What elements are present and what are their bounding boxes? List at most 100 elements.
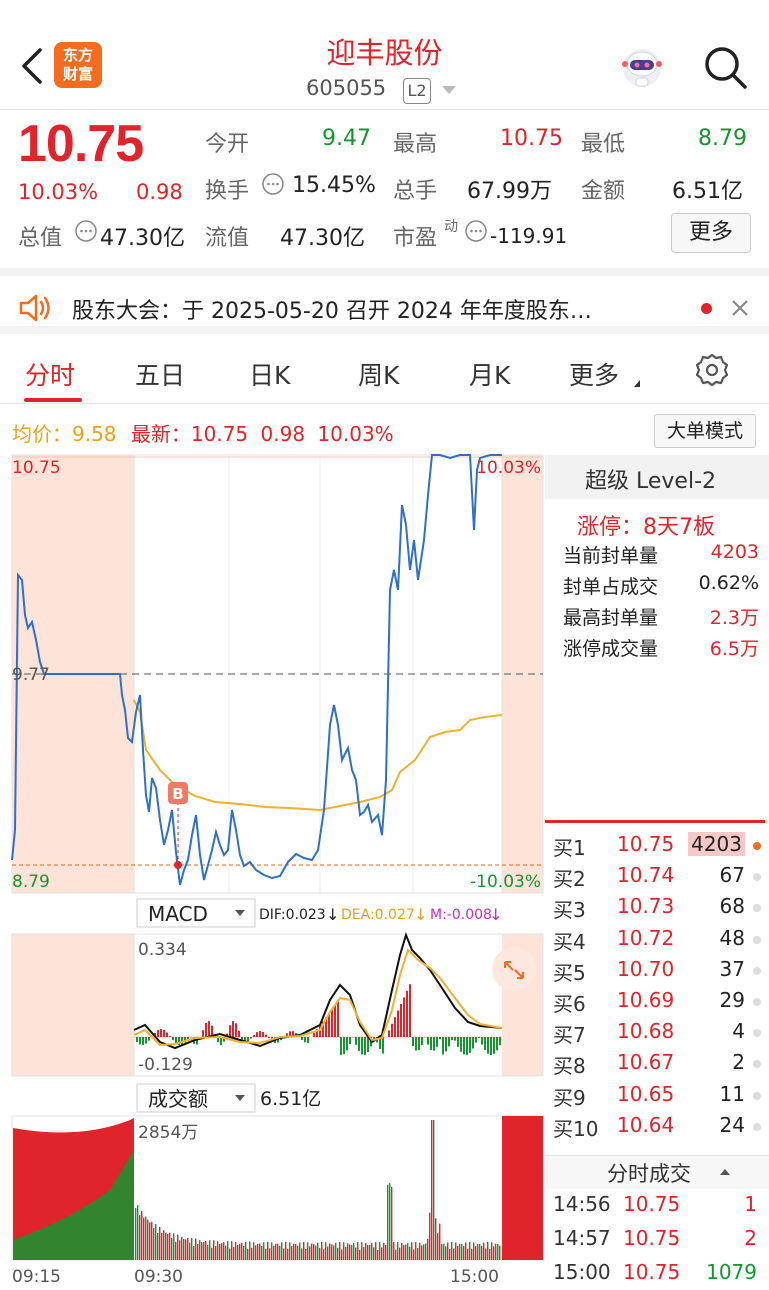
volume-bar	[157, 1232, 159, 1260]
volume-bar	[177, 1234, 179, 1260]
macd-bar	[415, 1037, 417, 1051]
volume-bar	[411, 1242, 413, 1260]
bid-label: 买5	[553, 960, 586, 985]
macd-bar	[496, 1037, 498, 1051]
volume-bar	[191, 1237, 193, 1260]
volume-bar	[307, 1242, 309, 1260]
tick-row: 14:57 10.75 2	[553, 1226, 765, 1256]
info-icon[interactable]	[261, 172, 285, 196]
volume-bar	[497, 1244, 499, 1260]
ticks-collapse-icon[interactable]	[720, 1169, 730, 1175]
notice-banner[interactable]: 股东大会：于 2025-05-20 召开 2024 年年度股东…	[0, 268, 769, 334]
level2-title[interactable]: 超级 Level-2	[585, 463, 716, 495]
more-button[interactable]: 更多	[671, 213, 751, 253]
info-icon[interactable]	[74, 219, 98, 243]
macd-bar	[436, 1037, 438, 1047]
volume-bar	[383, 1243, 385, 1260]
buy-marker-label: B	[172, 785, 183, 803]
bid-row[interactable]: 买9 10.65 11	[545, 1080, 769, 1111]
volume-bar	[431, 1120, 433, 1260]
macd-bar	[430, 1037, 432, 1050]
tab-five-day[interactable]: 五日	[135, 356, 185, 392]
latest-percent: 10.03%	[317, 422, 394, 446]
volume-bar	[453, 1248, 455, 1260]
bid-dot	[753, 966, 761, 975]
bid-row[interactable]: 买7 10.68 4	[545, 1017, 769, 1048]
macd-bar	[148, 1037, 150, 1041]
bid-row[interactable]: 买1 10.75 4203	[545, 830, 769, 861]
volume-bar	[287, 1248, 289, 1260]
volume-bar	[277, 1243, 279, 1260]
high-label: 最高	[393, 132, 438, 157]
volume-bar	[265, 1248, 267, 1260]
volume-bar	[137, 1205, 139, 1260]
volume-bar	[491, 1242, 493, 1260]
bid-row[interactable]: 买10 10.64 24	[545, 1111, 769, 1142]
bid-price: 10.69	[617, 988, 675, 1012]
pe-label: 市盈	[393, 226, 438, 251]
bid-row[interactable]: 买2 10.74 67	[545, 861, 769, 892]
macd-panel: 0.334 -0.129	[11, 931, 544, 1077]
volume-bar	[413, 1249, 415, 1260]
volume-bar	[141, 1210, 143, 1260]
bid-volume: 24	[719, 1112, 745, 1137]
bid-price: 10.64	[617, 1112, 675, 1137]
info-icon[interactable]	[464, 219, 488, 243]
limit-up-streak: 涨停：8天7板	[577, 515, 715, 540]
tab-more-corner-icon	[634, 380, 640, 387]
bid-dot	[753, 935, 761, 944]
macd-bar	[235, 1023, 237, 1037]
bid-price: 10.72	[617, 925, 675, 950]
close-icon[interactable]	[730, 298, 750, 318]
ai-assistant-robot-icon[interactable]	[618, 42, 666, 90]
volume-bar	[155, 1224, 157, 1260]
macd-bar	[490, 1037, 492, 1055]
volume-bar	[173, 1233, 175, 1260]
price-axis-top: 10.75	[12, 458, 61, 478]
intraday-chart[interactable]: B 10.75 9.77 8.79 10.03% -10.03% MACD DI…	[0, 450, 545, 1290]
macd-header: MACD DIF:0.023 ↓ DEA:0.027 ↓ M:-0.008 ↓	[136, 898, 502, 928]
macd-bar	[388, 1030, 390, 1037]
volume-bar	[323, 1249, 325, 1260]
volume-bar	[257, 1243, 259, 1260]
search-icon[interactable]	[702, 44, 748, 90]
level2-row-label: 涨停成交量	[563, 638, 659, 660]
volume-bar	[301, 1248, 303, 1260]
level2-badge[interactable]: L2	[403, 78, 431, 104]
macd-bar	[232, 1021, 234, 1037]
change-amount: 0.98	[136, 180, 183, 204]
settings-gear-icon[interactable]	[694, 352, 730, 388]
bid-label: 买7	[553, 1023, 586, 1048]
macd-bar	[397, 1010, 399, 1037]
macd-bar	[472, 1037, 474, 1049]
notice-text[interactable]: 股东大会：于 2025-05-20 召开 2024 年年度股东…	[72, 293, 592, 325]
volume-bar	[215, 1246, 217, 1260]
macd-bar	[349, 1037, 351, 1045]
tab-daily-k[interactable]: 日K	[249, 356, 290, 392]
tab-weekly-k[interactable]: 周K	[358, 356, 399, 392]
volume-bar	[335, 1242, 337, 1260]
bid-row[interactable]: 买4 10.72 48	[545, 924, 769, 955]
tab-intraday[interactable]: 分时	[25, 356, 75, 392]
tab-monthly-k[interactable]: 月K	[469, 356, 510, 392]
macd-bar	[394, 1017, 396, 1037]
bid-row[interactable]: 买3 10.73 68	[545, 892, 769, 923]
volume-bar	[193, 1245, 195, 1260]
expand-button[interactable]	[492, 947, 536, 991]
macd-bar	[493, 1037, 495, 1054]
tab-more[interactable]: 更多	[569, 356, 619, 392]
volume-bar	[153, 1228, 155, 1260]
price-axis-mid: 9.77	[12, 665, 50, 685]
bid-row[interactable]: 买8 10.67 2	[545, 1048, 769, 1079]
big-order-mode-button[interactable]: 大单模式	[654, 414, 756, 448]
bid-volume: 4	[732, 1019, 745, 1044]
dropdown-arrow-icon[interactable]	[442, 86, 456, 94]
macd-bar	[406, 990, 408, 1037]
bid-row[interactable]: 买5 10.70 37	[545, 955, 769, 986]
ticks-title[interactable]: 分时成交	[607, 1158, 691, 1188]
bid-row[interactable]: 买6 10.69 29	[545, 986, 769, 1017]
volume-bar	[295, 1243, 297, 1260]
volume-bar	[499, 1245, 501, 1260]
volume-bar	[407, 1243, 409, 1260]
volume-bar	[305, 1248, 307, 1260]
